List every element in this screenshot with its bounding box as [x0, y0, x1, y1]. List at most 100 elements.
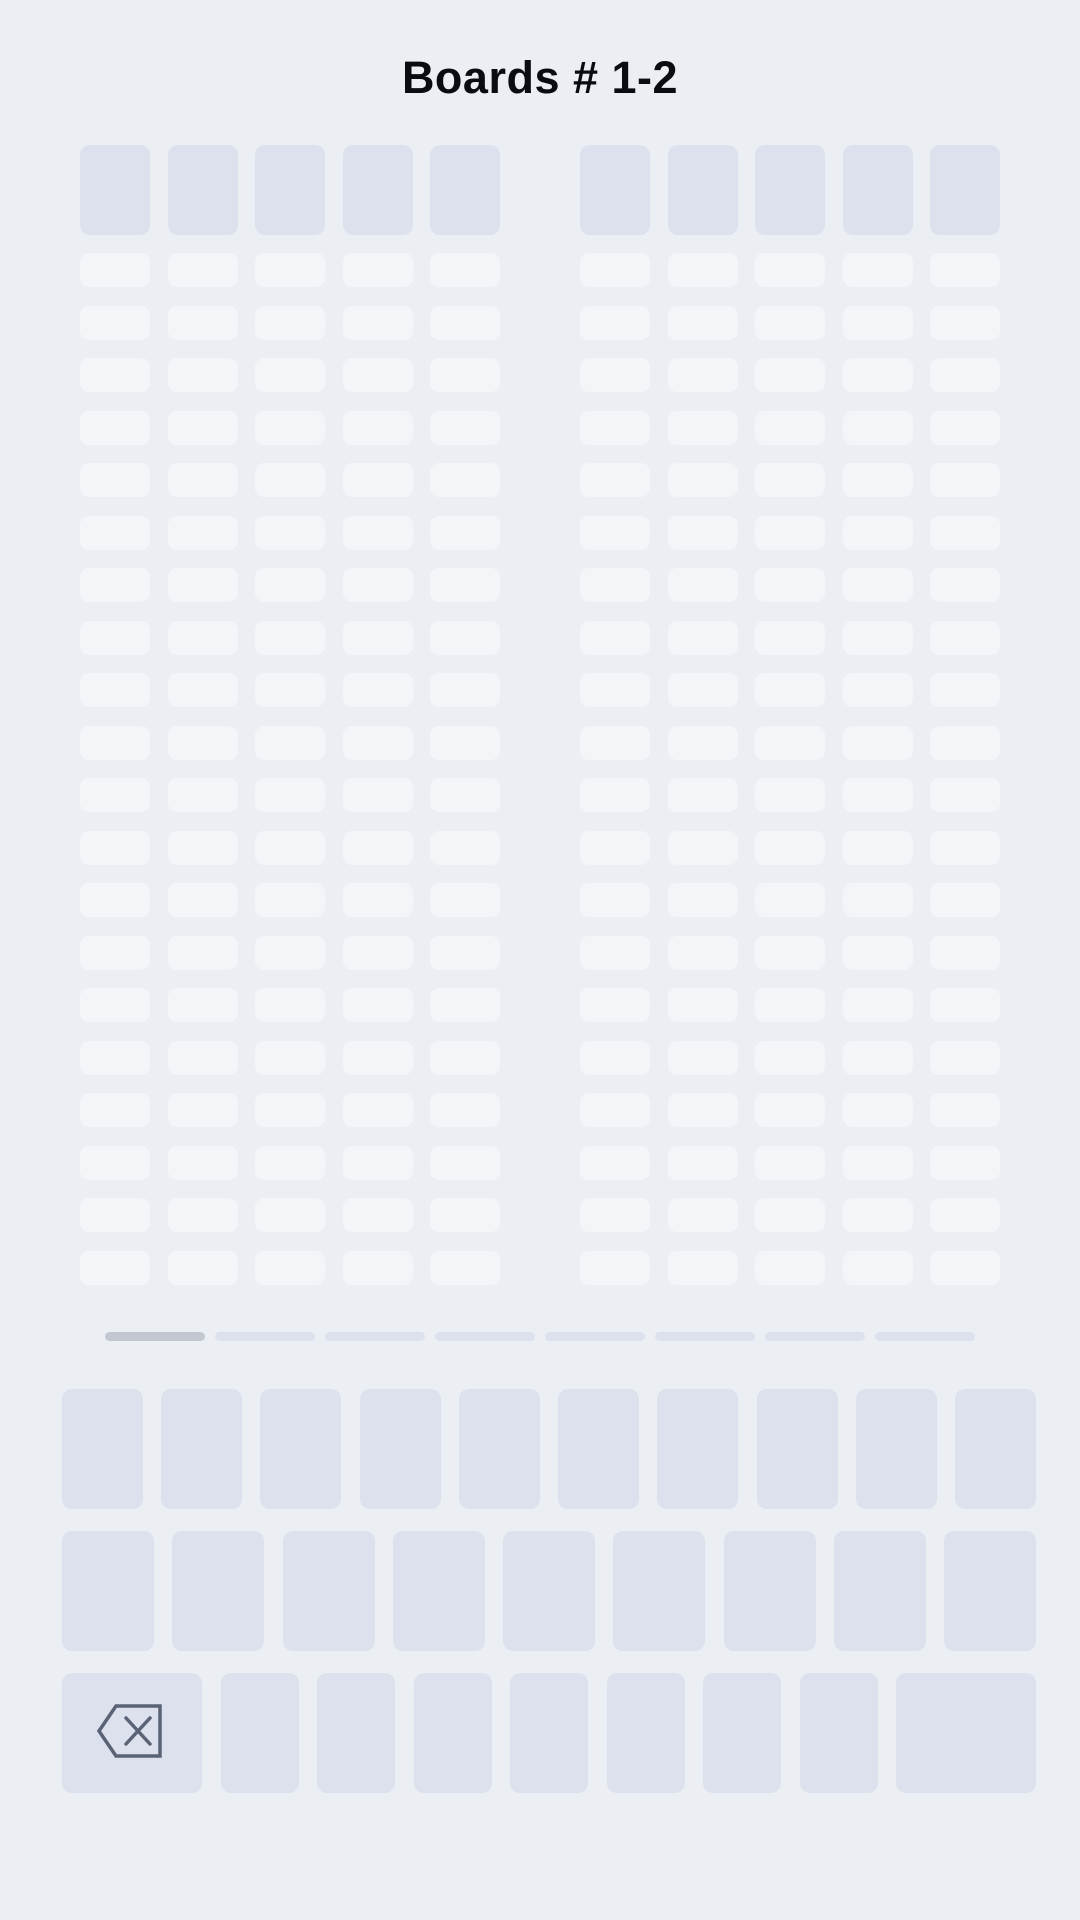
board-cell: [842, 988, 913, 1022]
keyboard-key[interactable]: [833, 1531, 926, 1651]
page-indicator-item[interactable]: [655, 1332, 755, 1341]
board-cell: [255, 673, 325, 707]
board-cell: [255, 568, 325, 602]
keyboard-key[interactable]: [756, 1389, 838, 1509]
page-indicator-item[interactable]: [215, 1332, 315, 1341]
keyboard-key[interactable]: [62, 1389, 143, 1509]
board-cell: [842, 463, 913, 497]
board-cell: [167, 778, 238, 812]
board-cell: [167, 935, 238, 970]
board-cell: [167, 568, 238, 602]
board-header-tile: [842, 145, 913, 235]
board-cell: [842, 1250, 913, 1285]
board-cell: [930, 830, 1000, 865]
board-cell: [80, 830, 150, 865]
keyboard-key[interactable]: [503, 1531, 595, 1651]
board-row: [80, 568, 500, 602]
board-row: [580, 1145, 1000, 1180]
page-indicator-item[interactable]: [765, 1332, 865, 1341]
keyboard-key[interactable]: [723, 1531, 816, 1651]
board-cell: [430, 988, 500, 1022]
board-cell: [667, 410, 738, 445]
board-row: [580, 1250, 1000, 1285]
page-indicator-active[interactable]: [105, 1332, 205, 1341]
board-row: [80, 1145, 500, 1180]
board-row: [80, 1093, 500, 1127]
board-cell: [580, 463, 650, 497]
board-cell: [342, 463, 413, 497]
board-cell: [842, 1145, 913, 1180]
keyboard-key[interactable]: [613, 1531, 706, 1651]
board-row: [580, 725, 1000, 760]
board-header-tile: [755, 145, 825, 235]
board-cell: [667, 1198, 738, 1232]
page-indicator-item[interactable]: [545, 1332, 645, 1341]
board-cell: [580, 830, 650, 865]
keyboard-key[interactable]: [172, 1531, 265, 1651]
board-row: [80, 1040, 500, 1075]
keyboard-key[interactable]: [944, 1531, 1036, 1651]
board-cell: [342, 1093, 413, 1127]
board-cell: [580, 935, 650, 970]
page-indicator-item[interactable]: [875, 1332, 975, 1341]
keyboard-key[interactable]: [359, 1389, 441, 1509]
keyboard-key[interactable]: [413, 1673, 492, 1793]
keyboard-key[interactable]: [161, 1389, 243, 1509]
board-row: [580, 935, 1000, 970]
keyboard-row-2: [62, 1531, 1036, 1651]
keyboard-key[interactable]: [392, 1531, 485, 1651]
board-cell: [667, 935, 738, 970]
board-cell: [342, 1145, 413, 1180]
board-cell: [930, 1093, 1000, 1127]
board-cell: [255, 988, 325, 1022]
backspace-key[interactable]: [62, 1673, 202, 1793]
board-cell: [842, 620, 913, 655]
board-row: [80, 673, 500, 707]
board-cell: [255, 778, 325, 812]
keyboard-key[interactable]: [260, 1389, 342, 1509]
keyboard-key[interactable]: [510, 1673, 588, 1793]
board-row: [580, 463, 1000, 497]
board-cell: [80, 1093, 150, 1127]
board-cell: [842, 568, 913, 602]
board-row: [80, 830, 500, 865]
keyboard-key[interactable]: [62, 1531, 154, 1651]
board-cell: [430, 1250, 500, 1285]
board-cell: [667, 1040, 738, 1075]
page-indicator-item[interactable]: [325, 1332, 425, 1341]
keyboard-key[interactable]: [606, 1673, 685, 1793]
keyboard-key[interactable]: [799, 1673, 878, 1793]
board-cell: [842, 725, 913, 760]
board-cell: [930, 725, 1000, 760]
board-cell: [930, 410, 1000, 445]
board-cell: [80, 410, 150, 445]
board-header-tile: [430, 145, 500, 235]
keyboard-key[interactable]: [282, 1531, 375, 1651]
enter-key[interactable]: [896, 1673, 1036, 1793]
keyboard-key[interactable]: [458, 1389, 540, 1509]
board-row: [580, 673, 1000, 707]
keyboard-key[interactable]: [220, 1673, 299, 1793]
board-row: [580, 620, 1000, 655]
keyboard-key[interactable]: [703, 1673, 781, 1793]
keyboard-key[interactable]: [855, 1389, 937, 1509]
keyboard-key[interactable]: [558, 1389, 640, 1509]
board-cell: [930, 515, 1000, 550]
board-cell: [80, 1040, 150, 1075]
page-indicator-item[interactable]: [435, 1332, 535, 1341]
board-cell: [80, 568, 150, 602]
board-cell: [342, 988, 413, 1022]
board-cell: [167, 1198, 238, 1232]
keyboard-key[interactable]: [657, 1389, 739, 1509]
board-cell: [430, 778, 500, 812]
board-row: [80, 305, 500, 340]
board-cell: [580, 725, 650, 760]
page-title: Boards # 1-2: [401, 52, 679, 103]
board-row: [80, 620, 500, 655]
board-cell: [755, 305, 825, 340]
board-cell: [255, 358, 325, 392]
board-cell: [667, 620, 738, 655]
keyboard-key[interactable]: [954, 1389, 1036, 1509]
board-cell: [167, 463, 238, 497]
keyboard-key[interactable]: [317, 1673, 395, 1793]
